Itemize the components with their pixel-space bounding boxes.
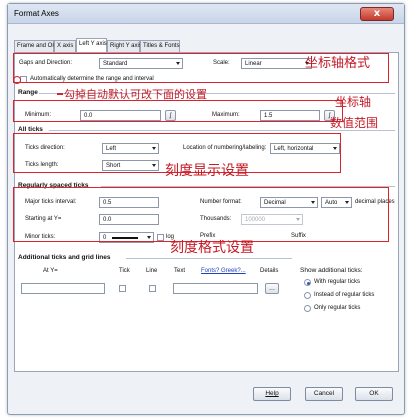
tab-frame-and-origin[interactable]: Frame and Origin xyxy=(14,40,64,52)
additional-tick-checkbox[interactable] xyxy=(119,285,126,292)
col-text-label: Text xyxy=(174,268,186,274)
annotation-axis-format: 坐标轴格式 xyxy=(305,56,371,71)
annotation-range-line2: 数值范围 xyxy=(330,116,379,130)
col-tick-label: Tick xyxy=(119,268,130,274)
ok-button-label: OK xyxy=(369,390,379,397)
range-heading: Range xyxy=(18,89,38,96)
close-button[interactable]: x xyxy=(360,7,394,21)
annotation-range-line1: 坐标轴 xyxy=(335,95,372,109)
annotation-uncheck-hint: 勾掉自动默认可改下面的设置 xyxy=(64,88,207,101)
window-title: Format Axes xyxy=(14,9,59,18)
annotation-tick-format: 刻度格式设置 xyxy=(170,240,254,256)
instead-of-regular-label: Instead of regular ticks xyxy=(314,292,375,298)
annotation-circle-checkbox xyxy=(13,76,21,84)
cancel-button-label: Cancel xyxy=(313,390,335,397)
annotation-box-regular-ticks xyxy=(13,187,389,242)
cancel-button[interactable]: Cancel xyxy=(305,387,343,401)
with-regular-ticks-label: With regular ticks xyxy=(314,279,361,285)
help-button-label: Help xyxy=(265,390,279,397)
fonts-greek-link[interactable]: Fonts? Greek?... xyxy=(201,268,246,274)
details-button[interactable]: ... xyxy=(265,283,279,294)
radio-with-regular-ticks[interactable] xyxy=(304,279,311,286)
help-button[interactable]: Help xyxy=(253,387,291,401)
title-bar: Format Axes x xyxy=(8,4,404,24)
radio-instead-of-regular[interactable] xyxy=(304,292,311,299)
only-regular-label: Only regular ticks xyxy=(314,305,361,311)
additional-at-y-input[interactable] xyxy=(21,283,105,294)
ok-button[interactable]: OK xyxy=(355,387,393,401)
show-additional-label: Show additional ticks: xyxy=(300,267,363,274)
annotation-pointer-line xyxy=(57,93,63,95)
radio-only-regular[interactable] xyxy=(304,305,311,312)
col-line-label: Line xyxy=(146,268,158,274)
col-at-y-label: At Y= xyxy=(43,268,58,274)
additional-line-checkbox[interactable] xyxy=(149,285,156,292)
more-icon: ... xyxy=(269,285,275,292)
additional-ticks-heading: Additional ticks and grid lines xyxy=(18,254,111,261)
annotation-tick-display: 刻度显示设置 xyxy=(165,163,249,179)
tab-x-axis[interactable]: X axis xyxy=(54,40,76,52)
col-details-label: Details xyxy=(260,268,279,274)
tab-right-y-axis[interactable]: Right Y axis xyxy=(107,40,142,52)
tab-titles-fonts[interactable]: Titles & Fonts xyxy=(140,40,180,52)
additional-text-input[interactable] xyxy=(173,283,258,294)
all-ticks-heading: All ticks xyxy=(18,126,43,133)
additional-ticks-divider xyxy=(126,258,292,259)
annotation-box-range xyxy=(13,100,343,122)
tab-left-y-axis[interactable]: Left Y axis xyxy=(76,38,107,52)
close-icon: x xyxy=(373,8,381,19)
